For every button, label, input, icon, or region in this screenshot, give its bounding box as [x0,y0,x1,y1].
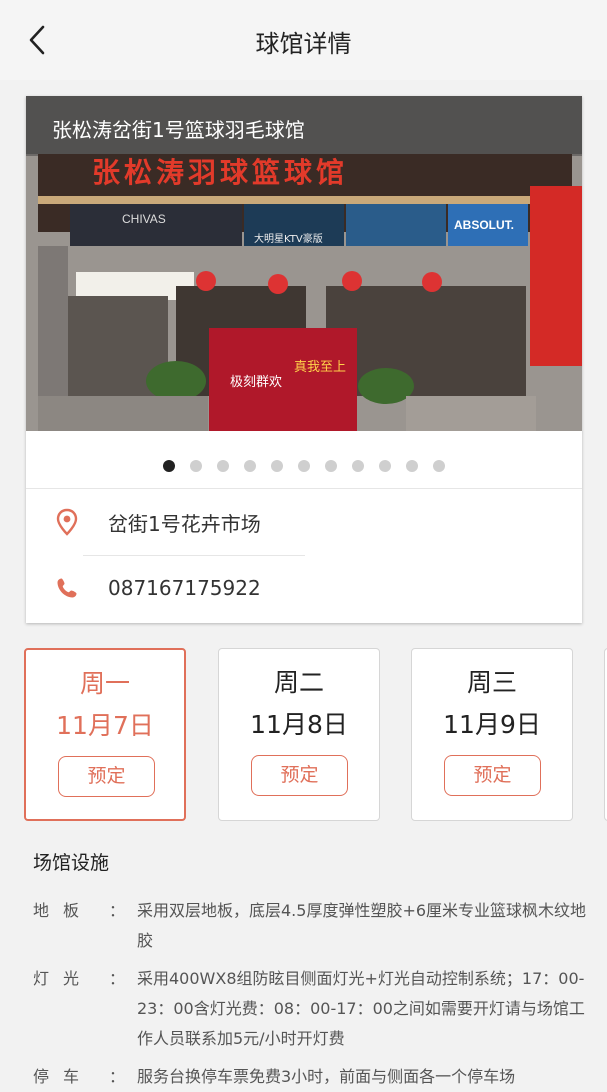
phone-row[interactable]: 087167175922 [26,568,582,608]
day-date: 11月7日 [56,711,154,740]
carousel-dot[interactable] [217,460,229,472]
nav-bar: 球馆详情 [0,0,607,80]
book-button[interactable]: 预定 [444,755,541,796]
carousel-dot[interactable] [271,460,283,472]
facility-key: 停车 [33,1067,94,1086]
carousel-dot[interactable] [190,460,202,472]
divider [83,555,305,556]
book-button[interactable]: 预定 [251,755,348,796]
day-date: 11月8日 [250,710,348,739]
carousel-indicator [26,460,582,472]
facility-colon: ： [109,969,126,988]
address-row[interactable]: 岔街1号花卉市场 [26,502,582,542]
day-weekday: 周三 [466,668,517,697]
day-date: 11月9日 [443,710,541,739]
book-button[interactable]: 预定 [58,756,155,797]
venue-address: 岔街1号花卉市场 [108,511,261,536]
facility-colon: ： [109,1067,126,1086]
facility-key: 灯光 [33,969,94,988]
carousel-dot[interactable] [352,460,364,472]
facility-item: 灯光 ： 采用400WX8组防眩目侧面灯光+灯光自动控制系统；17：00-23：… [33,964,593,1054]
facilities-title: 场馆设施 [33,852,110,874]
facility-item: 停车 ： 服务台换停车票免费3小时，前面与侧面各一个停车场 [33,1062,593,1092]
carousel-dot[interactable] [298,460,310,472]
page-title: 球馆详情 [255,30,352,58]
ad-ktv-text: 大明星KTV豪版 [254,232,323,245]
facility-value: 采用400WX8组防眩目侧面灯光+灯光自动控制系统；17：00-23：00含灯光… [137,969,585,1048]
divider [26,488,582,489]
ad-chivas-text: CHIVAS [122,212,166,226]
day-card-tuesday[interactable]: 周二 11月8日 预定 [218,648,380,821]
carousel-dot[interactable] [406,460,418,472]
facility-value: 服务台换停车票免费3小时，前面与侧面各一个停车场 [137,1067,516,1086]
phone-icon [57,578,77,598]
day-card-monday[interactable]: 周一 11月7日 预定 [24,648,186,821]
carousel-dot[interactable] [244,460,256,472]
venue-sign-text: 张松涛羽球篮球馆 [92,156,348,188]
venue-photo-carousel[interactable]: 张松涛羽球篮球馆 CHIVAS 大明星KTV豪版 ABSOLUT. 极刻群欢 真… [26,96,582,431]
carousel-dot[interactable] [379,460,391,472]
facility-value: 采用双层地板，底层4.5厚度弹性塑胶+6厘米专业篮球枫木纹地胶 [137,901,587,950]
location-pin-icon [56,508,78,536]
poster-text-left: 极刻群欢 [230,375,282,390]
venue-card: 张松涛羽球篮球馆 CHIVAS 大明星KTV豪版 ABSOLUT. 极刻群欢 真… [26,96,582,623]
poster-text-right: 真我至上 [294,360,346,375]
photo-caption: 张松涛岔街1号篮球羽毛球馆 [26,96,582,154]
carousel-dot[interactable] [163,460,175,472]
day-card-wednesday[interactable]: 周三 11月9日 预定 [411,648,573,821]
day-weekday: 周一 [79,669,130,698]
venue-phone: 087167175922 [108,576,261,600]
day-weekday: 周二 [273,668,324,697]
facility-item: 地板 ： 采用双层地板，底层4.5厚度弹性塑胶+6厘米专业篮球枫木纹地胶 [33,896,593,956]
ad-absolut-text: ABSOLUT. [454,218,514,232]
carousel-dot[interactable] [433,460,445,472]
day-selector: 周一 11月7日 预定 周二 11月8日 预定 周三 11月9日 预定 [24,648,607,821]
facility-colon: ： [109,901,126,920]
facility-key: 地板 [33,901,94,920]
carousel-dot[interactable] [325,460,337,472]
